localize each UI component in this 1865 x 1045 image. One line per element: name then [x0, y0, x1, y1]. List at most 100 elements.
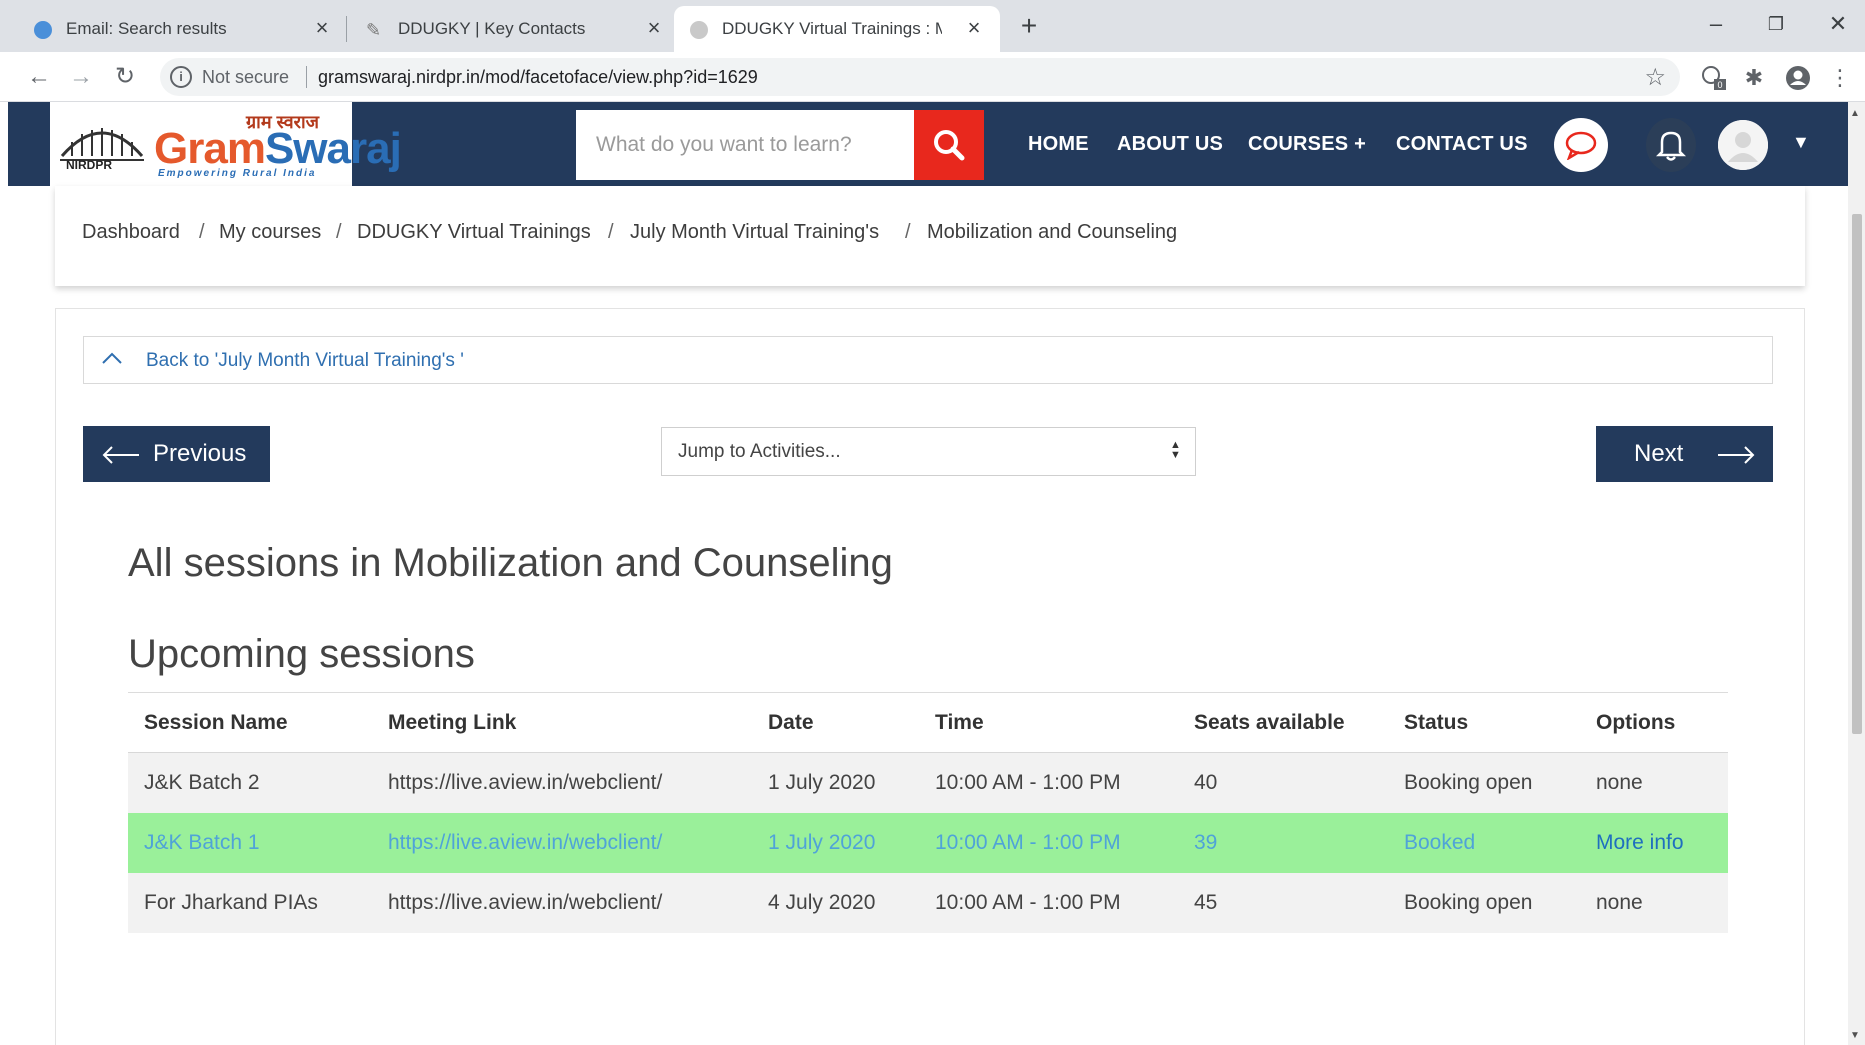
breadcrumb-july-trainings[interactable]: July Month Virtual Training's — [630, 221, 879, 244]
sessions-table: Session Name Meeting Link Date Time Seat… — [128, 692, 1728, 933]
email-favicon-icon — [34, 21, 52, 39]
messages-button[interactable] — [1554, 118, 1608, 172]
puzzle-extensions-icon[interactable]: ✱ — [1740, 64, 1768, 92]
more-info-link[interactable]: More info — [1580, 813, 1728, 873]
status-cell: Booking open — [1388, 752, 1580, 813]
column-header: Options — [1580, 692, 1728, 753]
back-to-section-link[interactable]: Back to 'July Month Virtual Training's ' — [83, 336, 1773, 384]
column-header: Seats available — [1178, 692, 1388, 753]
previous-label: Previous — [153, 440, 247, 467]
date-cell: 1 July 2020 — [752, 752, 919, 813]
notifications-button[interactable] — [1646, 118, 1696, 172]
back-arrow-icon[interactable]: ← — [24, 62, 54, 92]
browser-tab-key-contacts[interactable]: ✎ DDUGKY | Key Contacts × — [332, 6, 672, 52]
user-avatar[interactable] — [1718, 120, 1768, 170]
meeting-link-cell[interactable]: https://live.aview.in/webclient/ — [372, 813, 752, 873]
previous-button[interactable]: Previous — [83, 426, 270, 482]
seats-cell: 45 — [1194, 890, 1218, 914]
next-button[interactable]: Next — [1596, 426, 1773, 482]
chat-bubble-icon — [1565, 131, 1597, 160]
page-title: All sessions in Mobilization and Counsel… — [128, 541, 893, 585]
seats-cell: 39 — [1194, 830, 1218, 854]
forward-arrow-icon[interactable]: → — [66, 62, 96, 92]
tab-title: Email: Search results — [66, 19, 227, 38]
reload-icon[interactable]: ↻ — [110, 62, 140, 92]
column-header: Status — [1388, 692, 1580, 753]
browser-menu-icon[interactable]: ⋮ — [1826, 64, 1854, 92]
chevron-up-icon — [102, 352, 122, 364]
nav-home[interactable]: HOME — [1028, 133, 1089, 156]
info-icon[interactable]: i — [170, 66, 192, 88]
nav-about-us[interactable]: ABOUT US — [1117, 133, 1223, 156]
options-cell: none — [1596, 890, 1643, 914]
omnibox-divider — [306, 66, 307, 88]
site-logo[interactable]: NIRDPR ग्राम स्वराज GramSwaraj Empowerin… — [50, 102, 402, 186]
close-tab-icon[interactable]: × — [962, 16, 986, 40]
tab-title: DDUGKY Virtual Trainings : Mobi — [722, 19, 942, 38]
status-cell: Booking open — [1404, 890, 1533, 914]
breadcrumb-ddugky[interactable]: DDUGKY Virtual Trainings — [357, 221, 591, 244]
column-header: Session Name — [128, 692, 372, 753]
close-tab-icon[interactable]: × — [642, 16, 666, 40]
search-button[interactable] — [914, 110, 984, 180]
breadcrumb-separator: / — [336, 221, 342, 243]
scrollbar-thumb[interactable] — [1852, 214, 1862, 734]
jump-select-value: Jump to Activities... — [678, 441, 841, 462]
bookmark-star-icon[interactable]: ☆ — [1644, 63, 1666, 92]
nav-courses[interactable]: COURSES + — [1248, 133, 1366, 156]
next-label: Next — [1634, 440, 1684, 467]
browser-tab-email[interactable]: Email: Search results × — [0, 6, 340, 52]
breadcrumb-my-courses[interactable]: My courses — [219, 221, 321, 244]
scroll-up-icon[interactable]: ▲ — [1850, 108, 1860, 119]
close-tab-icon[interactable]: × — [310, 16, 334, 40]
browser-toolbar: ← → ↻ i Not secure gramswaraj.nirdpr.in/… — [0, 52, 1865, 102]
column-header: Date — [752, 692, 919, 753]
table-header-row: Session Name Meeting Link Date Time Seat… — [128, 692, 1728, 753]
time-cell: 10:00 AM - 1:00 PM — [935, 830, 1121, 854]
time-cell: 10:00 AM - 1:00 PM — [919, 752, 1178, 813]
profile-icon[interactable] — [1784, 64, 1812, 92]
column-header: Time — [919, 692, 1178, 753]
nav-contact-us[interactable]: CONTACT US — [1396, 133, 1528, 156]
logo-brand: GramSwaraj — [154, 124, 402, 174]
user-silhouette-icon — [1718, 120, 1768, 170]
status-cell: Booked — [1404, 830, 1476, 854]
feather-favicon-icon: ✎ — [366, 20, 382, 40]
meeting-link-cell: https://live.aview.in/webclient/ — [388, 890, 663, 914]
back-link-label: Back to 'July Month Virtual Training's ' — [146, 350, 464, 371]
arrow-left-icon — [102, 446, 139, 464]
select-arrows-icon: ▲ ▼ — [1170, 439, 1181, 461]
column-header: Meeting Link — [372, 692, 752, 753]
extension-icon[interactable]: 0 — [1700, 64, 1728, 92]
search-input[interactable] — [576, 110, 914, 180]
browser-tab-bar: Email: Search results × ✎ DDUGKY | Key C… — [0, 0, 1865, 52]
minimize-icon[interactable]: – — [1696, 8, 1736, 40]
breadcrumb-current: Mobilization and Counseling — [927, 221, 1178, 243]
close-window-icon[interactable]: ✕ — [1818, 8, 1858, 40]
url-text[interactable]: gramswaraj.nirdpr.in/mod/facetoface/view… — [318, 67, 758, 88]
browser-tab-virtual-trainings[interactable]: DDUGKY Virtual Trainings : Mobi × — [674, 6, 1000, 52]
options-cell: none — [1580, 752, 1728, 813]
jump-to-activities-select[interactable]: Jump to Activities... ▲ ▼ — [661, 427, 1196, 476]
restore-icon[interactable]: ❐ — [1756, 8, 1796, 40]
emblem-label: NIRDPR — [66, 158, 113, 172]
time-cell: 10:00 AM - 1:00 PM — [935, 890, 1121, 914]
table-row: For Jharkand PIAs https://live.aview.in/… — [128, 872, 1728, 933]
section-title: Upcoming sessions — [128, 632, 475, 676]
session-name-cell: For Jharkand PIAs — [144, 890, 318, 914]
address-bar[interactable]: i Not secure gramswaraj.nirdpr.in/mod/fa… — [160, 58, 1680, 96]
scroll-down-icon[interactable]: ▼ — [1850, 1030, 1860, 1041]
session-name-cell: J&K Batch 2 — [128, 752, 372, 813]
date-cell: 4 July 2020 — [768, 890, 876, 914]
user-menu-chevron-down-icon[interactable]: ▼ — [1792, 132, 1810, 153]
new-tab-button[interactable]: + — [1014, 12, 1044, 42]
logo-brand-swaraj: Swaraj — [264, 124, 402, 173]
logo-brand-gram: Gram — [154, 124, 266, 173]
session-name-cell: J&K Batch 1 — [144, 830, 260, 854]
seats-cell: 40 — [1178, 752, 1388, 813]
breadcrumb-dashboard[interactable]: Dashboard — [82, 221, 180, 244]
tab-title: DDUGKY | Key Contacts — [398, 19, 586, 38]
security-label: Not secure — [202, 67, 290, 87]
bell-icon — [1656, 131, 1686, 161]
meeting-link-cell: https://live.aview.in/webclient/ — [372, 752, 752, 813]
